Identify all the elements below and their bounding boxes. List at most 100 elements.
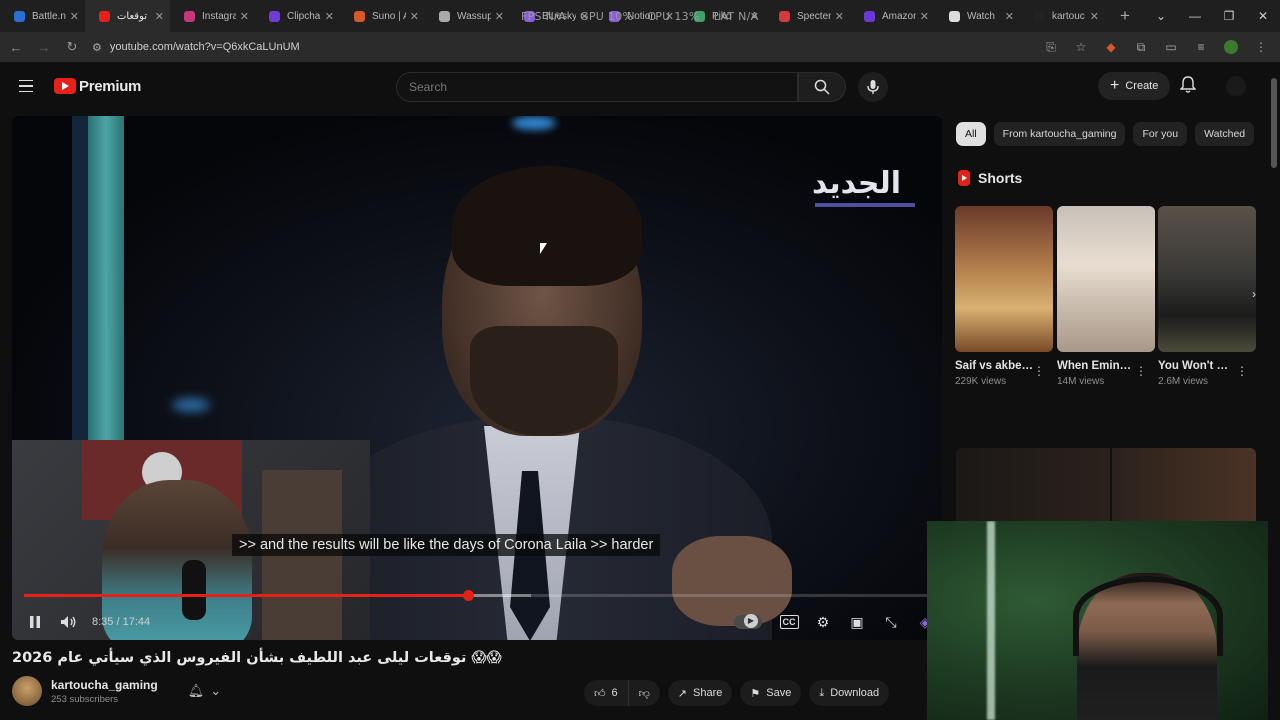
channel-info: kartoucha_gaming 253 subscribers [51,678,158,705]
like-button[interactable]: 👍︎ 6 [584,680,628,706]
speaker-hair [452,166,642,286]
install-app-icon[interactable]: ⎘ [1040,36,1062,58]
mouse-cursor [540,243,547,254]
share-button[interactable]: ↗ Share [667,680,733,706]
tab-close-icon[interactable]: ✕ [495,10,504,23]
thumbs-down-icon: 👎︎ [638,687,650,700]
tab-favicon-icon [439,10,450,22]
reload-icon[interactable]: ↻ [60,35,84,59]
filter-chip[interactable]: For you [1133,122,1188,146]
subscriber-count: 253 subscribers [51,693,119,705]
short-title[interactable]: You Won't Believe ... [1158,360,1236,372]
browser-tab[interactable]: توقعات ✕ [85,0,170,32]
extension-icon[interactable]: ◆ [1100,36,1122,58]
theater-mode-icon[interactable]: ⤡ [874,607,908,637]
tab-close-icon[interactable]: ✕ [325,10,334,23]
search-icon [814,79,830,95]
browser-tab[interactable]: Wassup ✕ [425,0,510,32]
subscription-bell-button[interactable]: 🔔︎ ⌄ [188,683,221,699]
chevron-right-icon[interactable]: › [1244,282,1264,306]
save-button[interactable]: ⚑ Save [740,680,802,706]
filter-chip[interactable]: From kartoucha_gaming [993,122,1126,146]
back-icon[interactable]: ← [4,35,28,59]
browser-tab[interactable]: Clipchamp ✕ [255,0,340,32]
browser-tab[interactable]: kartouc ✕ [1020,0,1105,32]
filter-chip[interactable]: All [956,122,986,146]
tab-close-icon[interactable]: ✕ [1090,10,1099,23]
more-options-icon[interactable]: ⋮ [1033,364,1045,378]
tab-close-icon[interactable]: ✕ [1005,10,1014,23]
sidebar-icon[interactable]: ▭ [1160,36,1182,58]
download-button[interactable]: ⤓ Download [809,680,890,706]
autoplay-toggle[interactable] [734,614,762,629]
create-button[interactable]: + Create [1098,72,1171,100]
short-item[interactable]: When Eminem ...14M views⋮ [1057,206,1155,387]
site-info-icon[interactable]: ⚙ [92,41,102,54]
tab-close-icon[interactable]: ✕ [835,10,844,23]
browser-tab[interactable]: Amazon ✕ [850,0,935,32]
media-controls-icon[interactable]: ≡ [1190,36,1212,58]
close-window-icon[interactable]: ✕ [1246,0,1280,32]
channel-name[interactable]: kartoucha_gaming [51,678,158,692]
tab-close-icon[interactable]: ✕ [920,10,929,23]
studio-light [88,116,124,446]
captions-icon[interactable]: CC [772,607,806,637]
search-box [396,72,798,102]
profile-avatar[interactable] [1220,36,1242,58]
browser-tab[interactable]: Suno | AI ✕ [340,0,425,32]
search-input[interactable] [409,80,797,94]
search-button[interactable] [798,72,846,102]
webcam-light-streak [987,521,995,720]
short-thumbnail[interactable] [1057,206,1155,352]
short-item[interactable]: You Won't Believe ...2.6M views⋮ [1158,206,1256,387]
scrubber-handle[interactable] [462,590,474,601]
bookmark-star-icon[interactable]: ☆ [1070,36,1092,58]
short-title[interactable]: When Eminem ... [1057,360,1135,372]
dislike-button[interactable]: 👎︎ [627,680,660,706]
extensions-puzzle-icon[interactable]: ⧉ [1130,36,1152,58]
volume-icon[interactable] [52,607,86,637]
more-options-icon[interactable]: ⋮ [1236,364,1248,378]
tab-close-icon[interactable]: ✕ [240,10,249,23]
pause-icon[interactable] [18,607,52,637]
notifications-bell-icon[interactable] [1179,76,1197,99]
page-scrollbar[interactable] [1268,62,1280,720]
youtube-logo[interactable]: Premium [54,78,141,95]
tab-close-icon[interactable]: ✕ [70,10,79,23]
channel-avatar[interactable] [12,676,42,706]
download-label: Download [830,687,880,699]
miniplayer-icon[interactable]: ▣ [840,607,874,637]
speaker-beard [470,326,618,436]
restore-icon[interactable]: ❐ [1212,0,1246,32]
short-item[interactable]: Saif vs akber ma9loub fi ...229K views⋮ [955,206,1053,387]
short-title[interactable]: Saif vs akber ma9loub fi ... [955,360,1033,372]
time-display: 8:35 / 17:44 [92,616,151,628]
video-player[interactable]: الجديد >> and the results will be like t… [12,116,942,640]
menu-icon[interactable] [12,79,52,93]
progress-bar[interactable] [24,590,930,601]
browser-tab[interactable]: Watch ✕ [935,0,1020,32]
new-tab-button[interactable]: + [1111,2,1139,30]
minimize-icon[interactable]: — [1178,0,1212,32]
tab-close-icon[interactable]: ✕ [155,10,164,23]
browser-tab[interactable]: Instagram ✕ [170,0,255,32]
more-options-icon[interactable]: ⋮ [1135,364,1147,378]
save-label: Save [766,687,792,699]
recommended-video-thumbnail[interactable] [956,448,1256,528]
tab-close-icon[interactable]: ✕ [410,10,419,23]
browser-tab[interactable]: Battle.net ✕ [0,0,85,32]
plus-icon: + [1110,77,1120,94]
menu-kebab-icon[interactable]: ⋮ [1250,36,1272,58]
settings-gear-icon[interactable]: ⚙ [806,607,840,637]
bell-icon: 🔔︎ [187,683,205,698]
voice-search-button[interactable] [858,72,888,102]
scrollbar-thumb[interactable] [1271,78,1277,168]
account-avatar[interactable] [1226,76,1246,96]
tab-search-icon[interactable]: ⌄ [1144,0,1178,32]
browser-tab[interactable]: Specter ✕ [765,0,850,32]
forward-icon[interactable]: → [32,35,56,59]
short-thumbnail[interactable] [955,206,1053,352]
filter-chip[interactable]: Watched [1195,122,1255,146]
url-field[interactable]: youtube.com/watch?v=Q6xkCaLUnUM [110,41,300,53]
short-thumbnail[interactable] [1158,206,1256,352]
